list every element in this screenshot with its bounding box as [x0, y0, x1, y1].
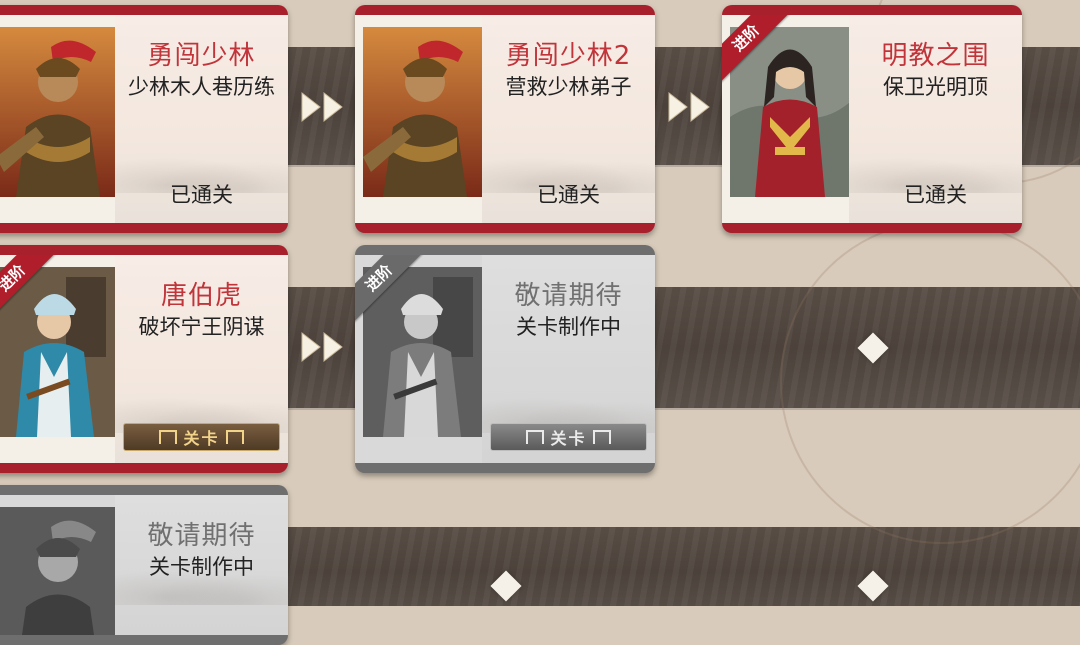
stage-info: 明教之围 保卫光明顶 已通关 [849, 15, 1022, 223]
castle-icon [592, 430, 611, 444]
decor-swirl [780, 220, 1080, 544]
hero-portrait-locked [0, 507, 115, 635]
stage-info: 唐伯虎 破坏宁王阴谋 关卡 [115, 255, 288, 463]
stage-title: 敬请期待 [147, 521, 256, 551]
stage-title: 勇闯少林2 [505, 41, 632, 71]
stage-info: 勇闯少林2 营救少林弟子 已通关 [482, 15, 655, 223]
stage-subtitle: 破坏宁王阴谋 [138, 315, 265, 339]
stage-subtitle: 营救少林弟子 [505, 75, 632, 99]
hero-portrait [0, 267, 115, 437]
stage-status: 已通关 [904, 183, 967, 207]
hero-portrait [0, 27, 115, 197]
stage-title: 唐伯虎 [160, 281, 242, 311]
double-chevron-right-icon [301, 91, 343, 123]
stage-subtitle: 关卡制作中 [516, 315, 621, 339]
double-chevron-right-icon [668, 91, 710, 123]
stage-plaque: 关卡 [490, 423, 647, 451]
stage-plaque-label: 关卡 [183, 429, 220, 448]
stage-plaque-label: 关卡 [550, 429, 587, 448]
stage-title: 勇闯少林 [147, 41, 256, 71]
stage-card-shaolin-2[interactable]: 勇闯少林2 营救少林弟子 已通关 [355, 5, 655, 233]
hero-portrait [363, 27, 482, 197]
stage-info: 敬请期待 关卡制作中 [115, 495, 288, 635]
stage-status: 已通关 [537, 183, 600, 207]
castle-icon [225, 430, 244, 444]
stage-card-coming-soon[interactable]: 进阶 敬请期待 关卡制作中 关卡 [355, 245, 655, 473]
stage-info: 敬请期待 关卡制作中 关卡 [482, 255, 655, 463]
stage-title: 明教之围 [881, 41, 990, 71]
stage-info: 勇闯少林 少林木人巷历练 已通关 [115, 15, 288, 223]
double-chevron-right-icon [301, 331, 343, 363]
stage-plaque: 关卡 [123, 423, 280, 451]
stage-subtitle: 保卫光明顶 [883, 75, 988, 99]
stage-card-tang-bohu[interactable]: 进阶 唐伯虎 破坏宁王阴谋 关卡 [0, 245, 288, 473]
stage-title: 敬请期待 [514, 281, 623, 311]
stage-status: 已通关 [170, 183, 233, 207]
castle-icon [526, 430, 545, 444]
stage-card-mingjiao[interactable]: 进阶 明教之围 保卫光明顶 已通关 [722, 5, 1022, 233]
stage-card-shaolin[interactable]: 勇闯少林 少林木人巷历练 已通关 [0, 5, 288, 233]
castle-icon [159, 430, 178, 444]
stage-card-coming-soon[interactable]: 敬请期待 关卡制作中 [0, 485, 288, 645]
stage-subtitle: 少林木人巷历练 [128, 75, 275, 99]
stage-subtitle: 关卡制作中 [149, 555, 254, 579]
